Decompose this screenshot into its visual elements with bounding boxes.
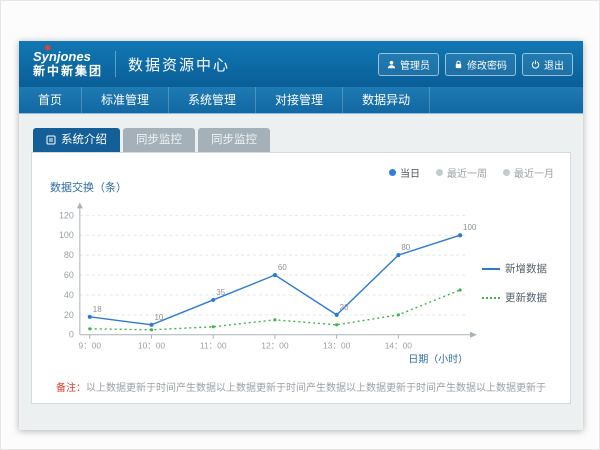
svg-text:10：00: 10：00 [138,341,166,351]
tab-system-intro[interactable]: 系统介绍 [33,128,120,152]
svg-text:100: 100 [463,223,477,232]
tab-sync-monitor-1[interactable]: 同步监控 [123,128,195,152]
chart-row: 0 20 40 60 80 100 120 9：00 10：00 11：00 12：00 13：00 1… [46,199,556,367]
document-icon [46,135,56,145]
svg-text:0: 0 [69,330,74,340]
svg-text:80: 80 [401,243,410,252]
filter-label: 当日 [400,165,420,180]
tab-label: 系统介绍 [61,128,107,152]
y-axis-title: 数据交换（条） [50,179,556,195]
filter-last-month[interactable]: 最近一月 [503,165,554,180]
brand-logo-text: Synjones✱ [33,50,103,64]
user-button[interactable]: 管理员 [378,53,439,76]
tab-sync-monitor-2[interactable]: 同步监控 [198,128,270,152]
series-label: 新增数据 [505,261,547,276]
line-chart: 0 20 40 60 80 100 120 9：00 10：00 11：00 12：00 13：00 1… [46,199,480,367]
svg-text:9：00: 9：00 [79,341,102,351]
nav-item-standard-mgmt[interactable]: 标准管理 [82,87,169,113]
svg-text:12：00: 12：00 [261,341,289,351]
svg-text:35: 35 [216,288,225,297]
nav-item-connection-mgmt[interactable]: 对接管理 [256,87,343,113]
user-icon [387,60,396,69]
svg-text:13：00: 13：00 [323,341,351,351]
legend-update-data: 更新数据 [482,290,556,305]
svg-text:80: 80 [64,250,74,260]
header-actions: 管理员 修改密码 退出 [378,53,573,76]
svg-text:40: 40 [64,290,74,300]
legend-new-data: 新增数据 [482,261,556,276]
svg-text:14：00: 14：00 [385,341,413,351]
svg-text:18: 18 [93,305,102,314]
solid-line-icon [482,268,500,270]
nav-item-data-change[interactable]: 数据异动 [343,87,430,113]
brand-logo-cn: 新中新集团 [33,65,103,78]
svg-text:20: 20 [340,303,349,312]
radio-dot-icon [436,169,443,176]
logout-label: 退出 [544,57,564,72]
filter-label: 最近一月 [514,165,554,180]
svg-text:120: 120 [59,210,74,220]
main-nav: 首页 标准管理 系统管理 对接管理 数据异动 [19,87,583,114]
header-divider [115,51,116,77]
power-icon [531,60,540,69]
filter-today[interactable]: 当日 [389,165,420,180]
svg-text:10: 10 [155,313,164,322]
remark: 备注：以上数据更新于时间产生数据以上数据更新于时间产生数据以上数据更新于时间产生… [46,379,556,394]
app-window: Synjones✱ 新中新集团 数据资源中心 管理员 修改密码 退出 [19,41,583,430]
logo-star-icon: ✱ [44,44,52,54]
svg-text:60: 60 [64,270,74,280]
svg-text:日期（小时）: 日期（小时） [408,354,468,366]
remark-text: 以上数据更新于时间产生数据以上数据更新于时间产生数据以上数据更新于时间产生数据以… [86,383,546,394]
page-title: 数据资源中心 [128,54,230,75]
tab-label: 同步监控 [211,128,257,152]
tab-bar: 系统介绍 同步监控 同步监控 [31,128,571,152]
radio-dot-icon [389,169,396,176]
remark-label: 备注： [56,383,86,394]
svg-text:20: 20 [64,310,74,320]
nav-item-system-mgmt[interactable]: 系统管理 [169,87,256,113]
page: Synjones✱ 新中新集团 数据资源中心 管理员 修改密码 退出 [0,0,600,450]
tab-label: 同步监控 [136,128,182,152]
content-area: 系统介绍 同步监控 同步监控 当日 最近一周 [19,114,583,429]
svg-text:60: 60 [278,263,287,272]
user-button-label: 管理员 [400,57,430,72]
svg-text:100: 100 [59,230,74,240]
brand-logo: Synjones✱ 新中新集团 [29,50,103,77]
chart-card: 当日 最近一周 最近一月 数据交换（条） 0 20 40 60 80 100 120 9：00… [31,152,571,404]
radio-dot-icon [503,169,510,176]
dotted-line-icon [482,297,500,299]
logo-wordmark: Synjones [33,49,91,64]
app-header: Synjones✱ 新中新集团 数据资源中心 管理员 修改密码 退出 [19,41,583,87]
series-label: 更新数据 [505,290,547,305]
filter-label: 最近一周 [447,165,487,180]
nav-item-home[interactable]: 首页 [19,87,82,113]
filter-last-week[interactable]: 最近一周 [436,165,487,180]
change-password-button[interactable]: 修改密码 [445,53,516,76]
lock-icon [454,60,463,69]
svg-text:11：00: 11：00 [200,341,227,351]
change-password-label: 修改密码 [467,57,507,72]
series-legend: 新增数据 更新数据 [480,261,556,305]
logout-button[interactable]: 退出 [522,53,573,76]
time-filter-legend: 当日 最近一周 最近一月 [389,165,554,180]
